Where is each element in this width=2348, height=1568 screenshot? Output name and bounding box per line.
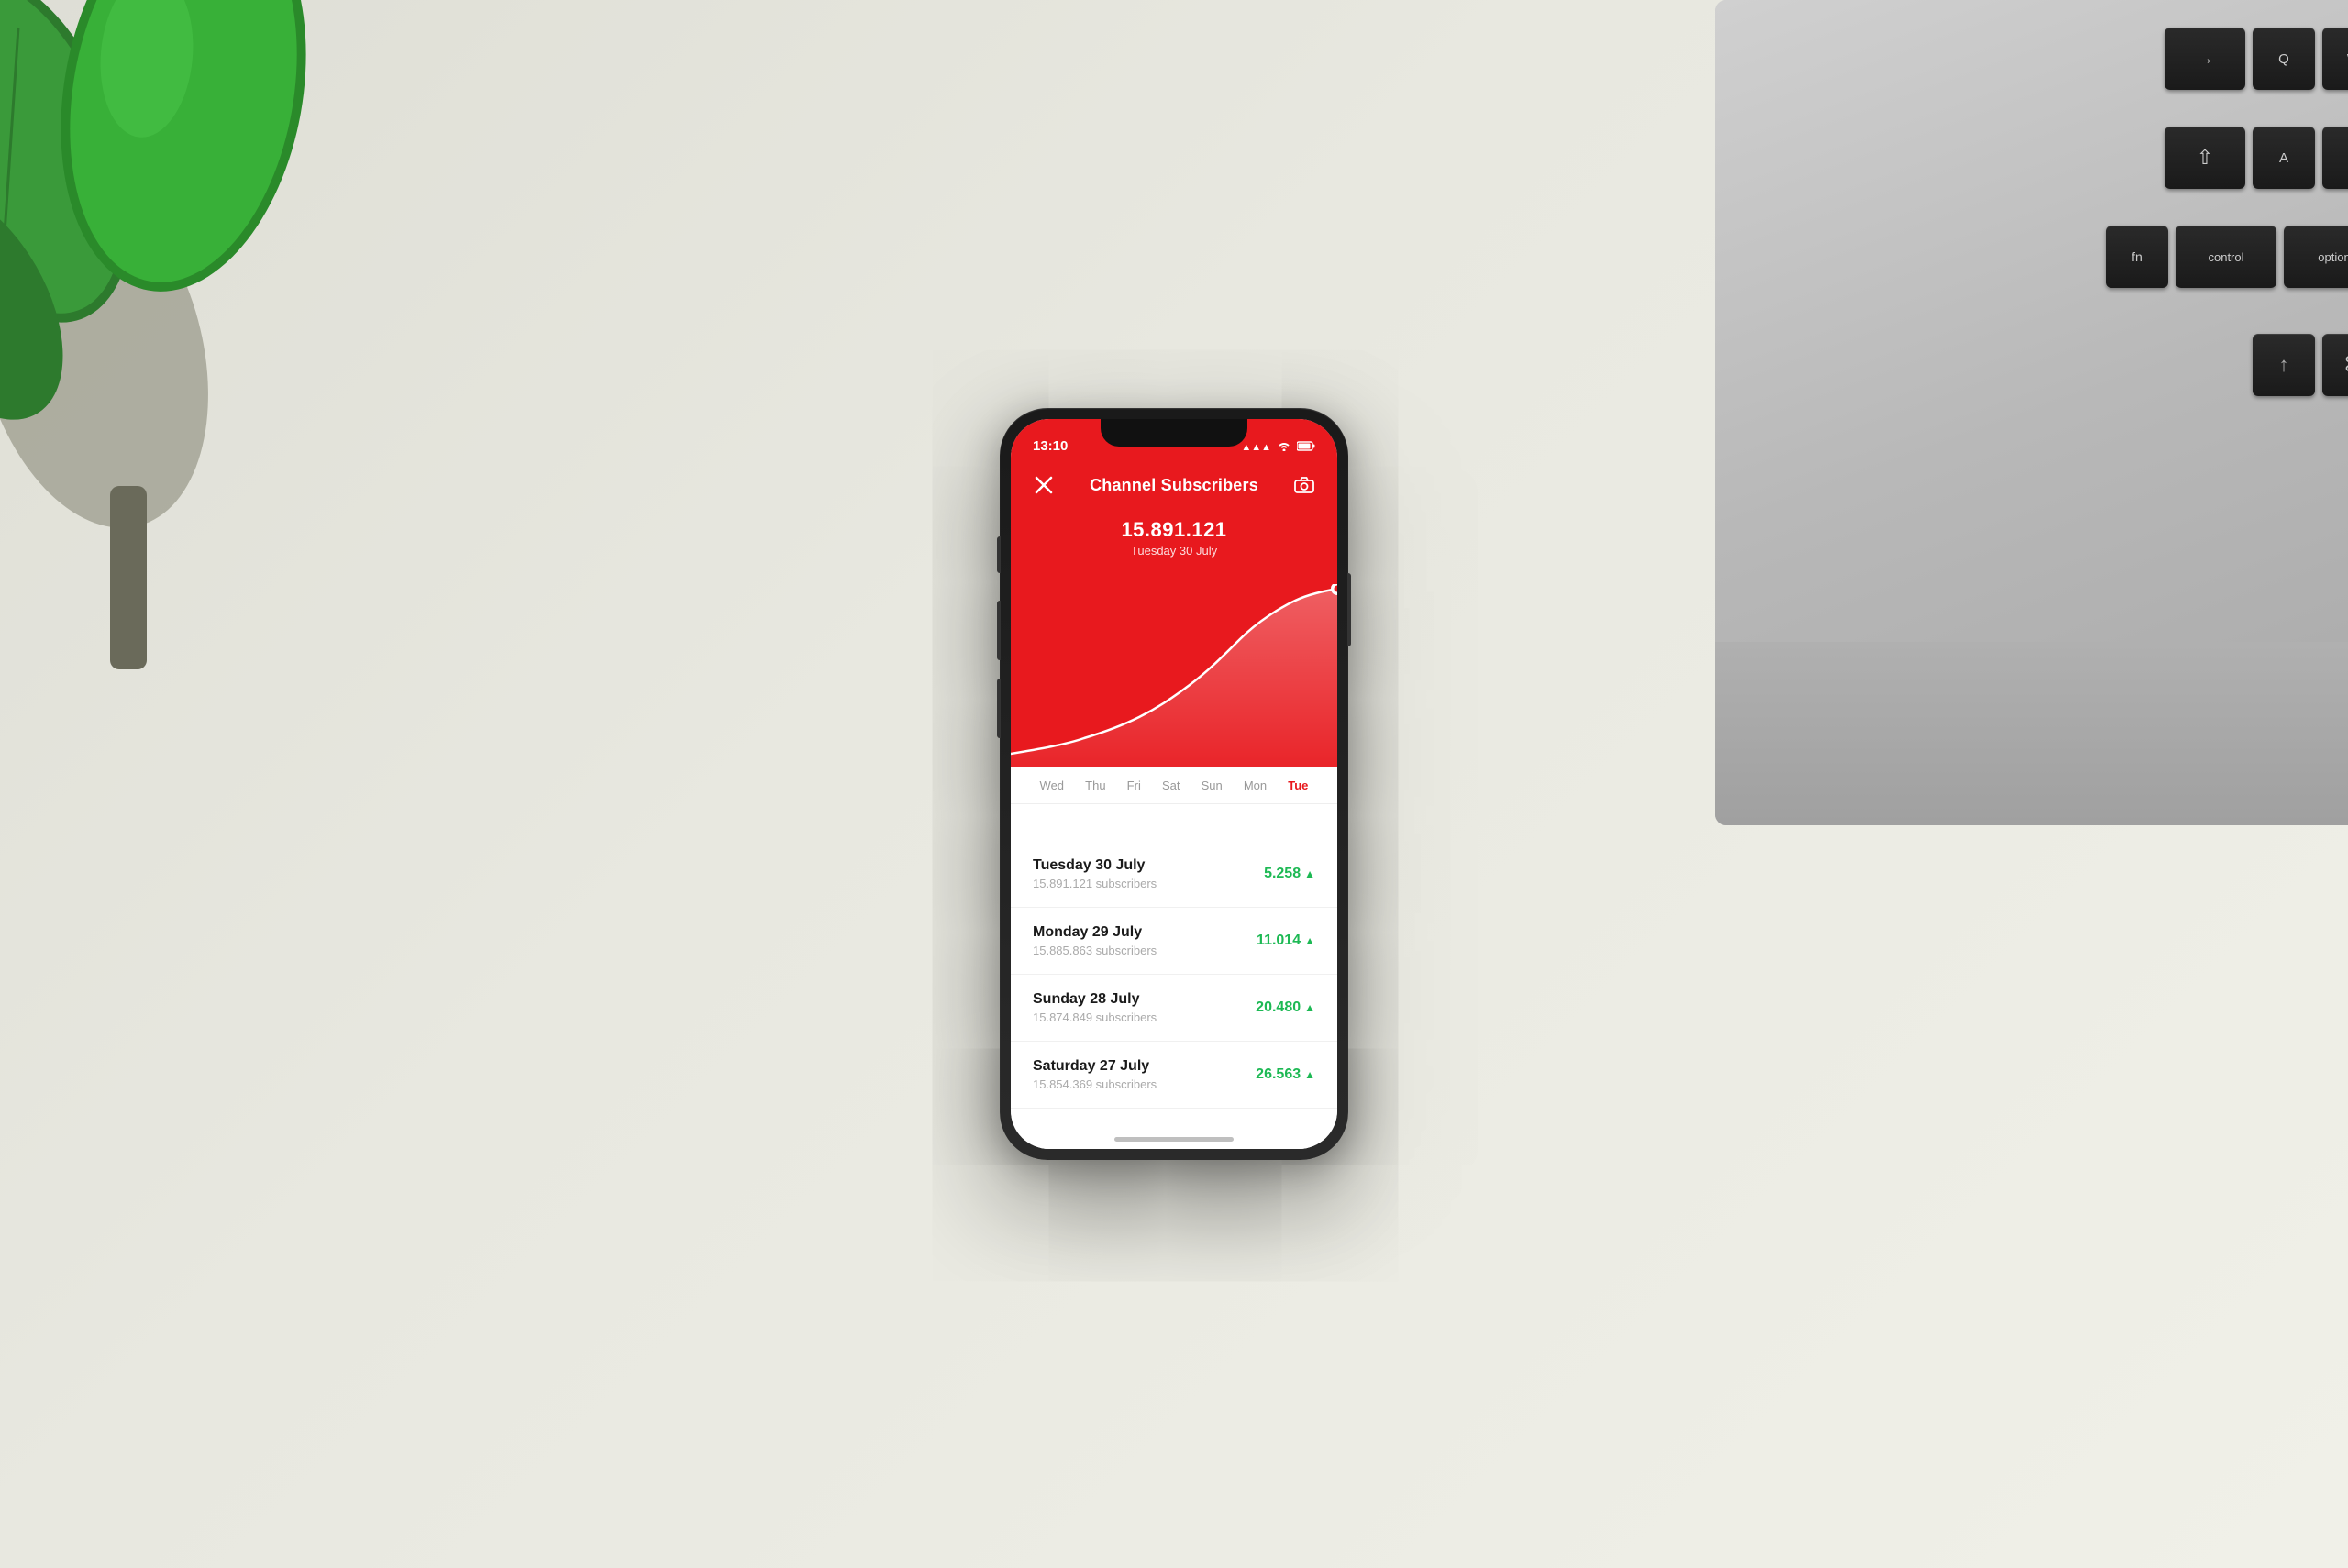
chart-value: 15.891.121: [1011, 518, 1337, 542]
key-s: S: [2322, 127, 2348, 189]
app-header: Channel Subscribers: [1011, 459, 1337, 511]
list-item: Tuesday 30 July 15.891.121 subscribers 5…: [1011, 841, 1337, 908]
phone-device: 13:10 ▲▲▲ Channel Subscribers: [1000, 408, 1348, 1160]
list-item-change: 26.563 ▲: [1256, 1066, 1315, 1083]
list-item-info: Monday 29 July 15.885.863 subscribers: [1033, 924, 1257, 957]
day-tue: Tue: [1288, 778, 1308, 792]
phone-mute-button: [997, 536, 1001, 573]
chart-area: 15.891.121 Tuesday 30 July: [1011, 511, 1337, 804]
list-item: Monday 29 July 15.885.863 subscribers 11…: [1011, 908, 1337, 975]
day-thu: Thu: [1085, 778, 1105, 792]
key-backslash: ⌘: [2322, 334, 2348, 396]
list-item-info: Sunday 28 July 15.874.849 subscribers: [1033, 991, 1256, 1024]
list-item: Sunday 28 July 15.874.849 subscribers 20…: [1011, 975, 1337, 1042]
phone-volume-up: [997, 601, 1001, 660]
list-item-day: Tuesday 30 July: [1033, 857, 1264, 874]
list-item-day: Saturday 27 July: [1033, 1058, 1256, 1075]
key-option: option: [2284, 226, 2348, 288]
camera-button[interactable]: [1290, 470, 1319, 500]
list-item-subs: 15.885.863 subscribers: [1033, 944, 1257, 957]
list-item-day: Sunday 28 July: [1033, 991, 1256, 1008]
status-icons: ▲▲▲: [1241, 440, 1315, 454]
key-control: control: [2176, 226, 2276, 288]
list-item: Saturday 27 July 15.854.369 subscribers …: [1011, 1042, 1337, 1109]
key-w: W: [2322, 28, 2348, 90]
phone-notch: [1101, 419, 1247, 447]
list-item-subs: 15.891.121 subscribers: [1033, 877, 1264, 890]
list-item-subs: 15.854.369 subscribers: [1033, 1077, 1256, 1091]
key-a: A: [2253, 127, 2315, 189]
chart-date: Tuesday 30 July: [1011, 544, 1337, 558]
home-indicator: [1114, 1137, 1234, 1142]
arrow-up-icon: ▲: [1304, 934, 1315, 947]
day-fri: Fri: [1127, 778, 1141, 792]
wifi-icon: [1277, 440, 1291, 454]
phone-power-button: [1347, 573, 1351, 646]
list-item-change: 20.480 ▲: [1256, 999, 1315, 1016]
list-item-change: 5.258 ▲: [1264, 866, 1315, 882]
keyboard: → Q W ⇧ A S fn control opt: [1715, 0, 2348, 825]
key-shift: ⇧: [2165, 127, 2245, 189]
key-q: Q: [2253, 28, 2315, 90]
chart-stats: 15.891.121 Tuesday 30 July: [1011, 511, 1337, 558]
phone-volume-down: [997, 679, 1001, 738]
day-sun: Sun: [1202, 778, 1223, 792]
phone-body: 13:10 ▲▲▲ Channel Subscribers: [1000, 408, 1348, 1160]
day-wed: Wed: [1040, 778, 1065, 792]
phone-screen: 13:10 ▲▲▲ Channel Subscribers: [1011, 419, 1337, 1149]
arrow-up-icon: ▲: [1304, 1068, 1315, 1081]
subscribers-list[interactable]: Tuesday 30 July 15.891.121 subscribers 5…: [1011, 841, 1337, 1149]
list-item-info: Tuesday 30 July 15.891.121 subscribers: [1033, 857, 1264, 890]
key-fn: fn: [2106, 226, 2168, 288]
signal-icon: ▲▲▲: [1241, 442, 1271, 453]
battery-icon: [1297, 440, 1315, 454]
list-item-info: Saturday 27 July 15.854.369 subscribers: [1033, 1058, 1256, 1091]
arrow-up-icon: ▲: [1304, 1001, 1315, 1014]
list-item-day: Monday 29 July: [1033, 924, 1257, 941]
keyboard-trackpad: [1715, 642, 2348, 825]
status-time: 13:10: [1033, 438, 1068, 454]
list-item-change: 11.014 ▲: [1257, 933, 1315, 949]
key-tab: →: [2165, 28, 2245, 90]
day-mon: Mon: [1244, 778, 1267, 792]
arrow-up-icon: ▲: [1304, 867, 1315, 880]
day-sat: Sat: [1162, 778, 1180, 792]
header-title: Channel Subscribers: [1090, 476, 1258, 495]
list-item-subs: 15.874.849 subscribers: [1033, 1010, 1256, 1024]
close-button[interactable]: [1029, 470, 1058, 500]
plant-decoration: [0, 0, 367, 669]
day-labels: Wed Thu Fri Sat Sun Mon Tue: [1011, 767, 1337, 804]
key-up: ↑: [2253, 334, 2315, 396]
